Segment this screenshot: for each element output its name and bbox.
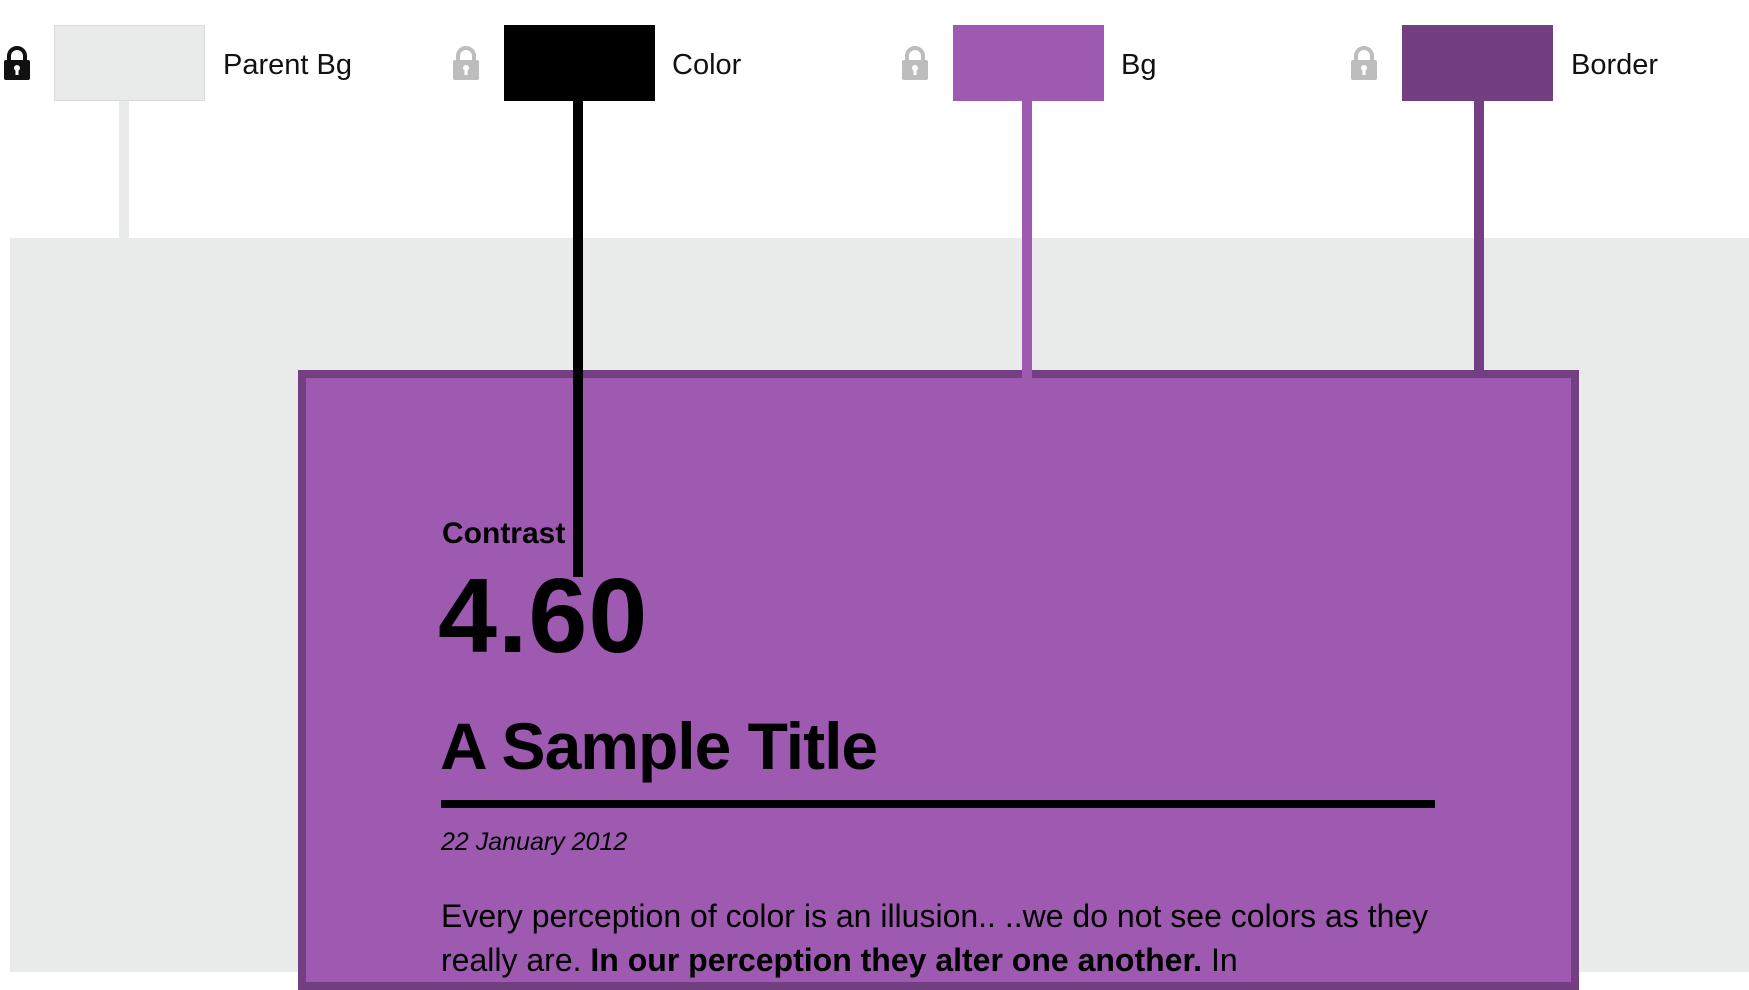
- color-swatch-parent-bg[interactable]: [54, 25, 205, 101]
- bg-connector: [1022, 100, 1032, 378]
- body-text-part2: In: [1202, 942, 1238, 978]
- color-swatch-border[interactable]: [1402, 25, 1553, 101]
- sample-title: A Sample Title: [440, 709, 878, 783]
- body-text-bold: In our perception they alter one another…: [590, 942, 1203, 978]
- lock-icon[interactable]: [1349, 46, 1379, 80]
- lock-icon[interactable]: [451, 46, 481, 80]
- body-paragraph: Every perception of color is an illusion…: [441, 894, 1441, 982]
- swatch-label-bg: Bg: [1121, 49, 1157, 81]
- swatch-label-border: Border: [1571, 49, 1659, 81]
- swatch-label-parent-bg: Parent Bg: [223, 49, 352, 81]
- contrast-ratio-value: 4.60: [438, 557, 649, 675]
- contrast-label: Contrast: [442, 517, 566, 550]
- title-divider: [441, 800, 1435, 808]
- color-connector-front: [573, 370, 583, 577]
- color-swatch-bg[interactable]: [953, 25, 1104, 101]
- bg-connector-overlay: [1022, 362, 1032, 378]
- color-swatch-color[interactable]: [504, 25, 655, 101]
- lock-icon[interactable]: [900, 46, 930, 80]
- parent-bg-connector: [119, 100, 129, 238]
- lock-icon[interactable]: [2, 46, 32, 80]
- border-connector: [1474, 100, 1484, 370]
- post-date: 22 January 2012: [441, 828, 628, 856]
- swatch-label-color: Color: [672, 49, 742, 81]
